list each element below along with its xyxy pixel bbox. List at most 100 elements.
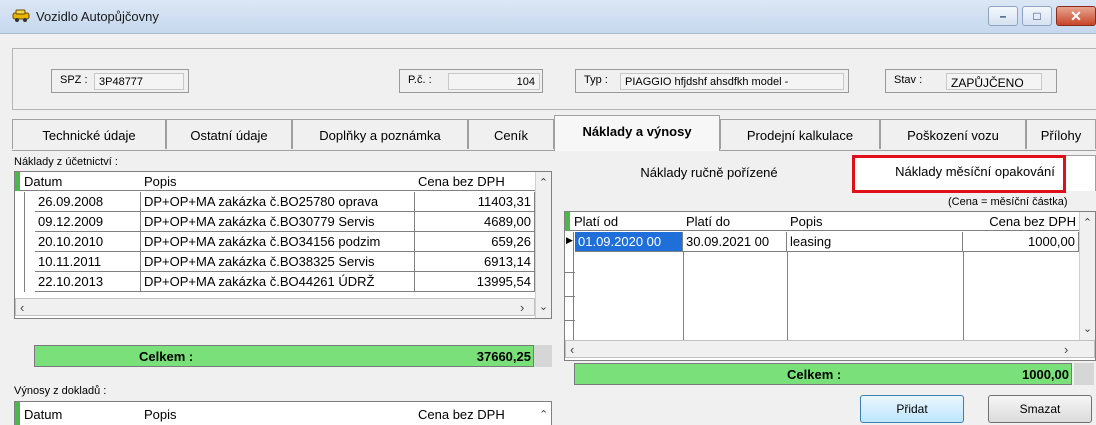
tab-cenik[interactable]: Ceník (468, 119, 554, 149)
close-button[interactable]: ✕ (1056, 6, 1096, 26)
cell-description[interactable]: leasing (787, 232, 963, 252)
current-row-arrow-icon: ▶ (566, 235, 573, 245)
close-icon: ✕ (1070, 8, 1082, 24)
col-cena[interactable]: Cena bez DPH (963, 212, 1079, 231)
col-popis[interactable]: Popis (141, 402, 415, 422)
col-plati-od[interactable]: Platí od (571, 212, 683, 231)
vehicle-header-panel: SPZ : 3P48777 P.č. : 104 Typ : PIAGGIO h… (12, 48, 1096, 110)
minimize-button[interactable]: – (988, 6, 1018, 26)
spz-group: SPZ : 3P48777 (51, 69, 189, 93)
scroll-up-icon[interactable]: ⌃ (536, 176, 551, 189)
indicator-column-line (573, 232, 574, 340)
scroll-left-icon[interactable]: ‹ (570, 342, 574, 357)
row-marker-icon (565, 212, 570, 231)
vertical-scrollbar[interactable]: ⌃ ⌄ (1079, 212, 1095, 340)
monthly-costs-total: Celkem : 1000,00 (574, 363, 1072, 385)
monthly-costs-grid[interactable]: Platí od Platí do Popis Cena bez DPH 01.… (564, 211, 1096, 361)
col-plati-do[interactable]: Platí do (683, 212, 787, 231)
grid-header: Platí od Platí do Popis Cena bez DPH (565, 212, 1079, 231)
row-indicator-column (17, 192, 25, 292)
spz-field[interactable]: 3P48777 (94, 73, 184, 90)
tab-poskozeni-vozu[interactable]: Poškození vozu (880, 119, 1026, 149)
costs-accounting-label: Náklady z účetnictví : (14, 156, 118, 168)
highlight-box (852, 155, 1066, 193)
maximize-button[interactable]: □ (1022, 6, 1052, 26)
col-popis[interactable]: Popis (141, 172, 415, 191)
total-value: 1000,00 (1022, 367, 1069, 382)
add-button[interactable]: Přidat (860, 395, 964, 423)
row-divider (565, 320, 575, 321)
scroll-left-icon[interactable]: ‹ (20, 300, 24, 315)
tab-content: Náklady z účetnictví : Datum Popis Cena … (12, 150, 1096, 425)
col-datum[interactable]: Datum (21, 172, 141, 191)
cell-plati-do[interactable]: 30.09.2021 00 (683, 232, 787, 252)
col-cena[interactable]: Cena bez DPH (415, 402, 535, 422)
revenues-grid[interactable]: Datum Popis Cena bez DPH ⌃ (14, 401, 552, 425)
col-datum[interactable]: Datum (21, 402, 141, 422)
pc-group: P.č. : 104 (399, 69, 543, 93)
costs-accounting-total: Celkem : 37660,25 (34, 345, 534, 367)
cell-price: 13995,54 (415, 272, 535, 292)
cell-date: 20.10.2010 (35, 232, 141, 252)
typ-field[interactable]: PIAGGIO hfjdshf ahsdfkh model - (620, 73, 844, 90)
cell-description: DP+OP+MA zakázka č.BO25780 oprava (141, 192, 415, 212)
vertical-scrollbar[interactable]: ⌃ ⌄ (535, 172, 551, 318)
cell-date: 22.10.2013 (35, 272, 141, 292)
typ-label: Typ : (584, 74, 608, 86)
tab-technicke-udaje[interactable]: Technické údaje (12, 119, 166, 149)
total-label: Celkem : (787, 367, 842, 382)
scroll-down-icon[interactable]: ⌄ (1080, 322, 1095, 335)
window-title: Vozidlo Autopůjčovny (36, 9, 159, 24)
delete-button-label: Smazat (1019, 402, 1061, 416)
scroll-right-icon[interactable]: › (1064, 342, 1068, 357)
total-label: Celkem : (139, 349, 194, 364)
col-popis[interactable]: Popis (787, 212, 963, 231)
scroll-up-icon[interactable]: ⌃ (539, 408, 548, 421)
cell-price: 11403,31 (415, 192, 535, 212)
main-tabs: Technické údaje Ostatní údaje Doplňky a … (12, 115, 1096, 151)
cell-date: 26.09.2008 (35, 192, 141, 212)
scroll-up-icon[interactable]: ⌃ (1080, 216, 1095, 229)
row-marker-icon (15, 172, 20, 191)
column-divider (963, 252, 964, 340)
horizontal-scrollbar[interactable]: ‹ › (15, 298, 535, 316)
cell-date: 09.12.2009 (35, 212, 141, 232)
cell-price[interactable]: 1000,00 (963, 232, 1079, 252)
scroll-down-icon[interactable]: ⌄ (536, 300, 551, 313)
tab-prilohy[interactable]: Přílohy (1026, 119, 1096, 149)
stav-group: Stav : ZAPŮJČENO (885, 69, 1057, 93)
pc-label: P.č. : (408, 74, 432, 86)
cell-price: 6913,14 (415, 252, 535, 272)
cell-description: DP+OP+MA zakázka č.BO34156 podzim (141, 232, 415, 252)
grid-header: Datum Popis Cena bez DPH (15, 402, 535, 425)
costs-accounting-grid[interactable]: Datum Popis Cena bez DPH 26.09.2008 DP+O… (14, 171, 552, 319)
subtab-naklady-rucne[interactable]: Náklady ručně pořízené (564, 157, 854, 191)
cell-date: 10.11.2011 (35, 252, 141, 272)
stav-field[interactable]: ZAPŮJČENO (946, 73, 1042, 90)
total-scroll-filler (534, 345, 552, 367)
column-divider (683, 252, 684, 340)
tab-ostatni-udaje[interactable]: Ostatní údaje (166, 119, 292, 149)
stav-label: Stav : (894, 74, 923, 86)
minimize-icon: – (999, 9, 1007, 23)
cell-price: 659,26 (415, 232, 535, 252)
maximize-icon: □ (1033, 9, 1041, 23)
cell-description: DP+OP+MA zakázka č.BO44261 ÚDRŽ (141, 272, 415, 292)
revenues-label: Výnosy z dokladů : (14, 385, 107, 397)
cell-description: DP+OP+MA zakázka č.BO38325 Servis (141, 252, 415, 272)
tab-prodejni-kalkulace[interactable]: Prodejní kalkulace (720, 119, 880, 149)
title-bar: Vozidlo Autopůjčovny – □ ✕ (0, 0, 1096, 34)
cell-plati-od[interactable]: 01.09.2020 00 (575, 232, 683, 252)
column-divider (787, 252, 788, 340)
grid-header: Datum Popis Cena bez DPH (15, 172, 535, 191)
scroll-right-icon[interactable]: › (520, 300, 524, 315)
row-divider (565, 272, 575, 273)
tab-naklady-vynosy[interactable]: Náklady a výnosy (554, 115, 720, 151)
add-button-label: Přidat (896, 402, 928, 416)
col-cena[interactable]: Cena bez DPH (415, 172, 535, 191)
tab-doplnky-poznamka[interactable]: Doplňky a poznámka (292, 119, 468, 149)
pc-field[interactable]: 104 (448, 73, 540, 90)
delete-button[interactable]: Smazat (988, 395, 1092, 423)
car-icon (12, 9, 30, 22)
horizontal-scrollbar[interactable]: ‹ › (565, 340, 1095, 358)
